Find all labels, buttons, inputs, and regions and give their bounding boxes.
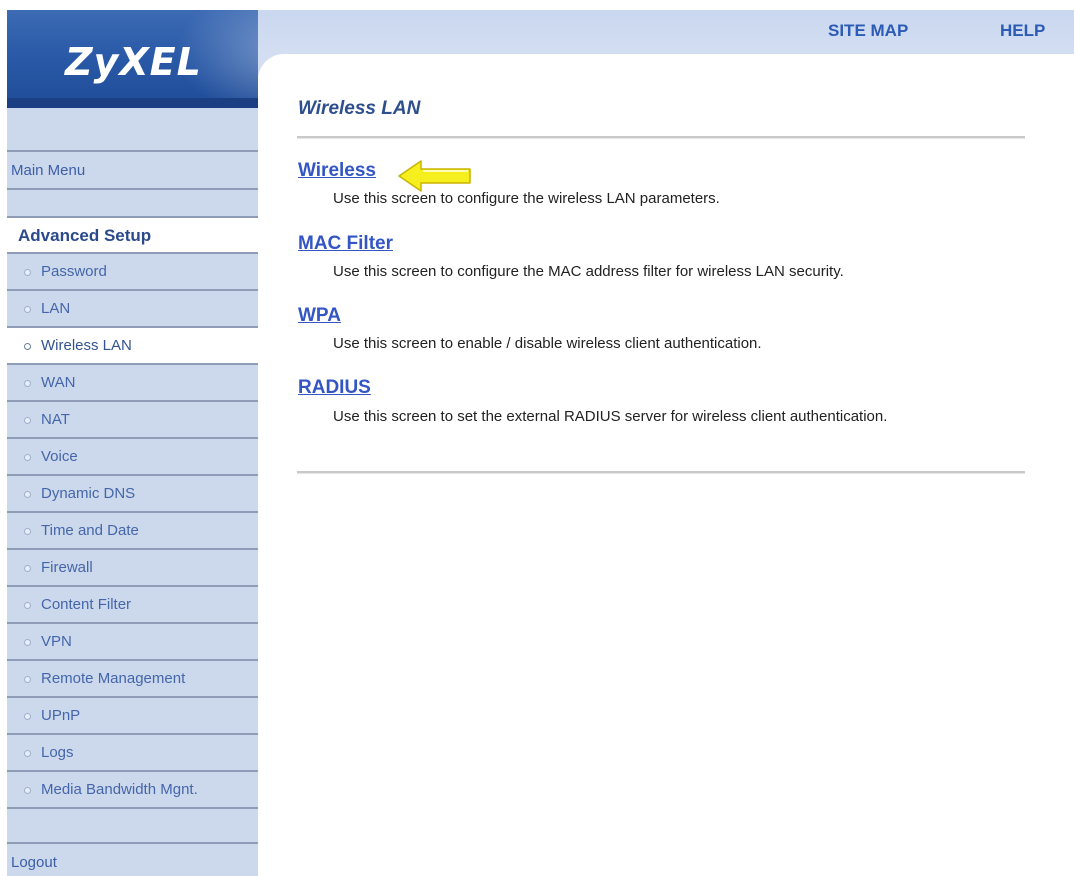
- sidebar-item-label: Content Filter: [41, 596, 132, 613]
- sidebar-item-content-filter[interactable]: Content Filter: [7, 587, 258, 624]
- radio-bullet-icon: [24, 602, 31, 609]
- sidebar-spacer-bottom: [7, 810, 258, 844]
- top-bar: [258, 10, 1074, 54]
- sidebar-item-label: Password: [41, 263, 107, 280]
- divider-bottom: [297, 471, 1025, 474]
- radio-bullet-icon: [24, 306, 31, 313]
- main-menu-link[interactable]: Main Menu: [7, 152, 258, 190]
- sidebar: ZyXEL Main Menu Advanced Setup Password L…: [7, 10, 258, 876]
- radio-bullet-icon: [24, 454, 31, 461]
- radio-bullet-icon: [24, 417, 31, 424]
- sidebar-item-password[interactable]: Password: [7, 254, 258, 291]
- wireless-description: Use this screen to configure the wireles…: [333, 190, 720, 207]
- sidebar-item-label: WAN: [41, 374, 76, 391]
- main-menu-label: Main Menu: [11, 162, 86, 179]
- logout-label: Logout: [11, 854, 57, 871]
- section-header-advanced-setup: Advanced Setup: [7, 218, 258, 254]
- sidebar-item-dynamic-dns[interactable]: Dynamic DNS: [7, 476, 258, 513]
- mac-filter-description: Use this screen to configure the MAC add…: [333, 263, 844, 280]
- sidebar-item-voice[interactable]: Voice: [7, 439, 258, 476]
- sidebar-item-label: Firewall: [41, 559, 93, 576]
- sidebar-item-label: Wireless LAN: [41, 337, 132, 354]
- sidebar-spacer: [7, 190, 258, 218]
- logo-bar: [7, 98, 258, 108]
- radio-bullet-icon: [24, 565, 31, 572]
- wpa-link[interactable]: WPA: [298, 305, 341, 327]
- sidebar-item-firewall[interactable]: Firewall: [7, 550, 258, 587]
- radio-bullet-icon: [24, 269, 31, 276]
- sidebar-item-label: NAT: [41, 411, 70, 428]
- section-header-label: Advanced Setup: [18, 226, 152, 245]
- sidebar-item-remote-management[interactable]: Remote Management: [7, 661, 258, 698]
- radio-bullet-icon: [24, 787, 31, 794]
- sidebar-item-lan[interactable]: LAN: [7, 291, 258, 328]
- radius-link[interactable]: RADIUS: [298, 377, 371, 399]
- sidebar-item-label: Media Bandwidth Mgnt.: [41, 781, 198, 798]
- sidebar-spacer-top: [7, 108, 258, 152]
- radio-bullet-icon: [24, 343, 31, 350]
- sidebar-item-vpn[interactable]: VPN: [7, 624, 258, 661]
- sidebar-item-label: Remote Management: [41, 670, 186, 687]
- help-link[interactable]: HELP: [1000, 21, 1045, 41]
- wpa-description: Use this screen to enable / disable wire…: [333, 335, 762, 352]
- page-title: Wireless LAN: [298, 98, 421, 119]
- sidebar-item-label: Logs: [41, 744, 74, 761]
- mac-filter-link[interactable]: MAC Filter: [298, 233, 393, 255]
- divider-top: [297, 136, 1025, 139]
- sidebar-item-media-bandwidth-mgnt[interactable]: Media Bandwidth Mgnt.: [7, 772, 258, 809]
- sidebar-item-label: VPN: [41, 633, 72, 650]
- sidebar-item-logs[interactable]: Logs: [7, 735, 258, 772]
- radio-bullet-icon: [24, 528, 31, 535]
- logo-text: ZyXEL: [65, 40, 202, 84]
- sidebar-item-nat[interactable]: NAT: [7, 402, 258, 439]
- sidebar-item-label: UPnP: [41, 707, 81, 724]
- content-panel: [258, 54, 1074, 876]
- radius-description: Use this screen to set the external RADI…: [333, 408, 888, 425]
- wireless-link[interactable]: Wireless: [298, 160, 376, 182]
- yellow-arrow-left-icon: [398, 160, 471, 192]
- site-map-link[interactable]: SITE MAP: [828, 21, 908, 41]
- sidebar-item-label: Time and Date: [41, 522, 139, 539]
- sidebar-item-wan[interactable]: WAN: [7, 365, 258, 402]
- radio-bullet-icon: [24, 750, 31, 757]
- radio-bullet-icon: [24, 639, 31, 646]
- sidebar-item-wireless-lan[interactable]: Wireless LAN: [7, 328, 258, 365]
- radio-bullet-icon: [24, 380, 31, 387]
- radio-bullet-icon: [24, 713, 31, 720]
- sidebar-item-time-and-date[interactable]: Time and Date: [7, 513, 258, 550]
- logout-link[interactable]: Logout: [7, 844, 258, 876]
- zyxel-logo: ZyXEL: [7, 10, 258, 108]
- sidebar-item-upnp[interactable]: UPnP: [7, 698, 258, 735]
- sidebar-item-label: Dynamic DNS: [41, 485, 136, 502]
- radio-bullet-icon: [24, 676, 31, 683]
- sidebar-item-label: LAN: [41, 300, 71, 317]
- radio-bullet-icon: [24, 491, 31, 498]
- sidebar-item-label: Voice: [41, 448, 78, 465]
